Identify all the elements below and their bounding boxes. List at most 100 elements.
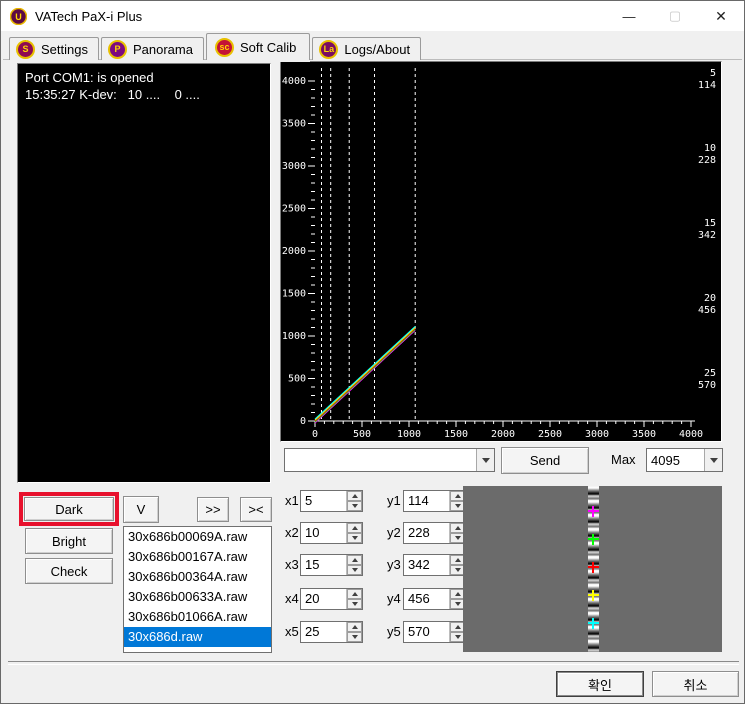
calibration-row: x2 10 y2 228 [284,522,466,544]
chevron-down-icon[interactable] [476,449,494,471]
titlebar: U VATech PaX-i Plus — ▢ ✕ [1,1,744,31]
y4-label: y4 [387,591,401,606]
svg-text:1500: 1500 [444,429,468,440]
svg-text:25: 25 [704,368,716,379]
x3-label: x3 [285,557,299,572]
y5-spinner-value: 570 [408,624,430,639]
list-item[interactable]: 30x686b00364A.raw [124,567,271,587]
y5-label: y5 [387,624,401,639]
svg-text:2000: 2000 [282,246,306,257]
calibration-points: x1 5 y1 114 x2 10 y2 228 x3 15 y3 342 x4 20 y4 456 x5 25 y… [284,490,466,650]
dark-button[interactable]: Dark [24,497,114,521]
y4-spinner-value: 456 [408,591,430,606]
spin-down-icon[interactable] [347,565,362,575]
spin-up-icon[interactable] [347,555,362,565]
list-item[interactable]: 30x686b01066A.raw [124,607,271,627]
x3-spinner[interactable]: 15 [300,554,363,576]
window-controls: — ▢ ✕ [606,1,744,31]
calibration-cross-icon [588,618,599,629]
swap-button[interactable]: >< [240,497,272,522]
tab-soft-calib[interactable]: sc Soft Calib [205,33,311,60]
spin-down-icon[interactable] [347,599,362,609]
svg-text:2000: 2000 [491,429,515,440]
forward-button[interactable]: >> [197,497,229,522]
raw-file-list[interactable]: 30x686b00069A.raw 30x686b00167A.raw 30x686… [123,526,272,653]
serial-log-panel: Port COM1: is opened 15:35:27 K-dev: 10 .… [17,63,271,483]
spin-up-icon[interactable] [347,523,362,533]
spin-down-icon[interactable] [347,533,362,543]
svg-text:0: 0 [300,416,306,427]
svg-text:0: 0 [312,429,318,440]
P-badge-icon: P [107,39,127,59]
svg-text:20: 20 [704,293,716,304]
x1-spinner[interactable]: 5 [300,490,363,512]
svg-text:U: U [15,12,22,22]
y5-spinner[interactable]: 570 [403,621,466,643]
check-button[interactable]: Check [25,558,113,584]
chevron-down-icon[interactable] [704,449,722,471]
spin-up-icon[interactable] [347,491,362,501]
calibration-row: x1 5 y1 114 [284,490,466,512]
S-badge-icon: S [16,39,35,59]
svg-text:228: 228 [698,155,716,166]
max-label: Max [611,452,636,467]
dark-highlight-frame: Dark [19,492,119,526]
close-button[interactable]: ✕ [698,1,744,31]
footer-divider [8,661,739,665]
spin-up-icon[interactable] [347,589,362,599]
calibration-cross-icon [588,534,599,545]
x1-label: x1 [285,493,299,508]
x2-spinner[interactable]: 10 [300,522,363,544]
cancel-button[interactable]: 취소 [652,671,739,697]
spin-down-icon[interactable] [347,632,362,642]
x5-spinner-value: 25 [305,624,320,639]
bright-button[interactable]: Bright [25,528,113,554]
svg-text:4000: 4000 [282,76,306,87]
svg-text:1500: 1500 [282,289,306,300]
svg-text:2500: 2500 [538,429,562,440]
y2-spinner-value: 228 [408,525,430,540]
y3-spinner[interactable]: 342 [403,554,466,576]
v-button[interactable]: V [123,496,159,523]
calibration-row: x5 25 y5 570 [284,621,466,643]
tab-logs-about[interactable]: La Logs/About [312,37,422,60]
y2-spinner[interactable]: 228 [403,522,466,544]
x5-spinner[interactable]: 25 [300,621,363,643]
calibration-row: x4 20 y4 456 [284,588,466,610]
x2-label: x2 [285,525,299,540]
tab-settings[interactable]: S Settings [9,37,99,60]
x4-label: x4 [285,591,299,606]
send-button[interactable]: Send [501,447,589,474]
tab-label: Logs/About [344,41,411,57]
sc-badge-icon: sc [214,37,234,57]
svg-text:500: 500 [288,374,306,385]
svg-text:4000: 4000 [679,429,703,440]
chart-canvas: 0 500 1000 1500 2000 2500 3000 3500 4000 0 500 1000… [282,68,716,440]
max-combobox-value: 4095 [651,452,680,468]
maximize-button[interactable]: ▢ [652,1,698,31]
list-item[interactable]: 30x686b00633A.raw [124,587,271,607]
y4-spinner[interactable]: 456 [403,588,466,610]
y1-spinner-value: 114 [408,493,429,508]
calibration-cross-icon [588,506,599,517]
spin-up-icon[interactable] [347,622,362,632]
list-item[interactable]: 30x686d.raw [124,627,271,647]
tab-label: Panorama [132,41,193,57]
svg-text:456: 456 [698,305,716,316]
list-item[interactable]: 30x686b00167A.raw [124,547,271,567]
svg-text:5: 5 [710,68,716,79]
tab-panorama[interactable]: P Panorama [100,37,204,60]
svg-text:3500: 3500 [282,119,306,130]
ok-button[interactable]: 확인 [556,671,644,697]
y1-label: y1 [387,493,401,508]
command-combobox[interactable] [284,448,495,472]
y1-spinner[interactable]: 114 [403,490,466,512]
La-badge-icon: La [319,39,339,59]
list-item[interactable]: 30x686b00069A.raw [124,527,271,547]
log-line: Port COM1: is opened [25,70,154,85]
spin-down-icon[interactable] [347,501,362,511]
x4-spinner[interactable]: 20 [300,588,363,610]
max-combobox[interactable]: 4095 [646,448,723,472]
svg-text:570: 570 [698,380,716,391]
minimize-button[interactable]: — [606,1,652,31]
